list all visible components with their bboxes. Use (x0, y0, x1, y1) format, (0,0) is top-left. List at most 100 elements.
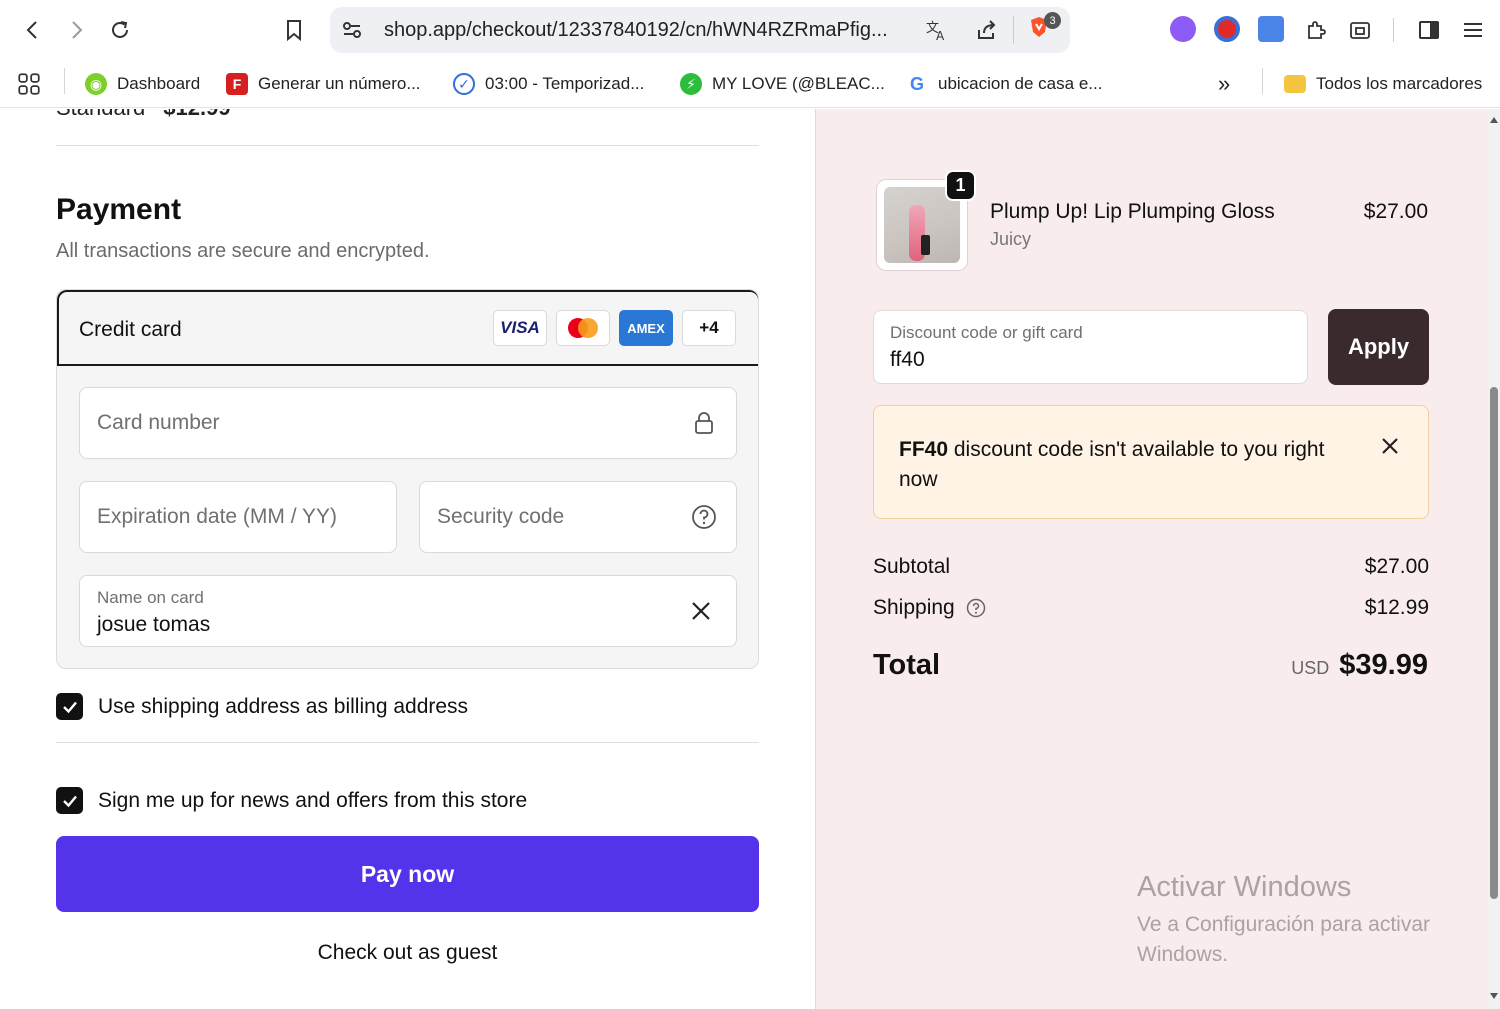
security-code-input[interactable]: Security code (419, 481, 737, 553)
page-scrollbar[interactable] (1488, 109, 1500, 1009)
watermark-subtitle: Ve a Configuración para activar Windows. (1137, 913, 1431, 966)
windows-activation-watermark: Activar Windows Ve a Configuración para … (1137, 871, 1467, 970)
extension-purple-icon[interactable] (1170, 16, 1196, 42)
amex-logo-icon: AMEX (619, 310, 673, 346)
scroll-up-arrow-icon[interactable] (1490, 117, 1498, 123)
generar-favicon-icon: F (226, 73, 248, 95)
watermark-title: Activar Windows (1137, 871, 1352, 903)
all-bookmarks-folder[interactable]: Todos los marcadores (1284, 70, 1482, 98)
sidebar-toggle-button[interactable] (1411, 12, 1447, 48)
total-currency: USD (1291, 658, 1330, 678)
extensions-button[interactable] (1298, 12, 1334, 48)
bookmark-dashboard[interactable]: ◉ Dashboard (85, 70, 200, 98)
bookmark-ubicacion[interactable]: G ubicacion de casa e... (906, 70, 1102, 98)
payment-title: Payment (56, 193, 182, 226)
close-alert-icon[interactable] (1376, 432, 1404, 460)
subtotal-row: Subtotal $27.00 (873, 555, 1429, 579)
card-number-placeholder: Card number (97, 411, 220, 434)
payment-subtitle: All transactions are secure and encrypte… (56, 240, 430, 262)
site-settings-icon[interactable] (340, 18, 364, 42)
forward-arrow-icon (72, 21, 83, 39)
newsletter-checkbox-row[interactable]: Sign me up for news and offers from this… (56, 787, 527, 814)
gloss-cap-shape (921, 235, 930, 255)
discount-code-label: Discount code or gift card (890, 323, 1083, 342)
scrollbar-thumb[interactable] (1490, 387, 1498, 899)
expiration-date-input[interactable]: Expiration date (MM / YY) (79, 481, 397, 553)
address-bar[interactable]: shop.app/checkout/12337840192/cn/hWN4RZR… (330, 7, 1070, 53)
sidebar-icon (1419, 21, 1439, 39)
bookmark-label: Generar un número... (258, 74, 421, 93)
apps-grid-icon (18, 73, 40, 95)
billing-checkbox[interactable] (56, 693, 83, 720)
section-divider (56, 145, 759, 146)
bookmarks-divider (64, 68, 65, 94)
puzzle-icon (1308, 21, 1326, 39)
menu-button[interactable] (1455, 12, 1491, 48)
clear-field-icon[interactable] (688, 598, 714, 624)
bookmarks-divider (1262, 68, 1263, 94)
lock-icon (691, 410, 717, 436)
wallet-button[interactable] (1342, 12, 1378, 48)
checkout-main: Standard $12.99 Payment All transactions … (0, 109, 815, 1009)
pay-now-button[interactable]: Pay now (56, 836, 759, 912)
reload-icon (112, 21, 128, 38)
lightning-favicon-icon: ⚡ (680, 73, 702, 95)
shield-count-badge: 3 (1044, 12, 1061, 29)
section-divider (56, 742, 759, 743)
check-timer-favicon-icon: ✓ (453, 73, 475, 95)
product-name: Plump Up! Lip Plumping Gloss (990, 200, 1275, 223)
visa-logo-icon: VISA (493, 310, 547, 346)
toolbar-divider (1393, 18, 1394, 42)
mastercard-logo-icon (556, 310, 610, 346)
bookmark-generar-numero[interactable]: F Generar un número... (226, 70, 421, 98)
hamburger-icon (1464, 23, 1482, 37)
discount-error-alert: FF40 discount code isn't available to yo… (873, 405, 1429, 519)
credit-card-option[interactable]: Credit card VISA AMEX +4 (57, 290, 758, 366)
bookmark-page-button[interactable] (276, 12, 312, 48)
bookmark-label: 03:00 - Temporizad... (485, 74, 645, 93)
credit-card-section: Credit card VISA AMEX +4 Card number Exp… (56, 289, 759, 669)
bookmarks-bar: ◉ Dashboard F Generar un número... ✓ 03:… (0, 60, 1500, 108)
all-bookmarks-label: Todos los marcadores (1316, 74, 1483, 93)
dashboard-favicon-icon: ◉ (85, 73, 107, 95)
billing-checkbox-label: Use shipping address as billing address (98, 694, 469, 718)
discount-code-value: ff40 (890, 348, 925, 371)
billing-address-checkbox-row[interactable]: Use shipping address as billing address (56, 693, 468, 720)
bookmark-icon (287, 20, 301, 42)
total-label: Total (873, 649, 941, 681)
shipping-label: Shipping (873, 596, 955, 619)
apply-discount-button[interactable]: Apply (1328, 309, 1429, 385)
name-on-card-label: Name on card (97, 588, 204, 607)
more-bookmarks-button[interactable]: » (1218, 70, 1230, 98)
quantity-badge: 1 (945, 170, 976, 201)
name-on-card-input[interactable]: Name on card josue tomas (79, 575, 737, 647)
total-value: $39.99 (1339, 649, 1428, 681)
newsletter-checkbox[interactable] (56, 787, 83, 814)
help-circle-icon[interactable] (691, 504, 717, 530)
share-icon[interactable] (975, 18, 999, 42)
google-translate-extension-icon[interactable] (1258, 16, 1284, 42)
scroll-down-arrow-icon[interactable] (1490, 993, 1498, 999)
shipping-help-icon[interactable] (966, 598, 986, 618)
shipping-method-summary: Standard $12.99 (56, 109, 231, 121)
folder-icon (1284, 75, 1306, 93)
extension-bug-icon[interactable] (1214, 16, 1240, 42)
back-button[interactable] (15, 12, 51, 48)
forward-button[interactable] (58, 12, 94, 48)
discount-error-code: FF40 (899, 438, 949, 461)
svg-text:A: A (936, 29, 945, 42)
url-text[interactable]: shop.app/checkout/12337840192/cn/hWN4RZR… (384, 19, 914, 42)
translate-icon[interactable]: 文A (925, 18, 949, 42)
total-amount: USD $39.99 (1291, 649, 1428, 682)
discount-code-input[interactable]: Discount code or gift card ff40 (873, 310, 1308, 384)
reload-button[interactable] (102, 12, 138, 48)
checkmark-icon (62, 701, 77, 713)
shipping-row: Shipping $12.99 (873, 596, 1429, 620)
apps-button[interactable] (16, 70, 42, 98)
bookmark-label: MY LOVE (@BLEAC... (712, 74, 885, 93)
bookmark-label: ubicacion de casa e... (938, 74, 1103, 93)
guest-checkout-link[interactable]: Check out as guest (56, 941, 759, 965)
bookmark-temporizador[interactable]: ✓ 03:00 - Temporizad... (453, 70, 644, 98)
bookmark-my-love[interactable]: ⚡ MY LOVE (@BLEAC... (680, 70, 885, 98)
card-number-input[interactable]: Card number (79, 387, 737, 459)
